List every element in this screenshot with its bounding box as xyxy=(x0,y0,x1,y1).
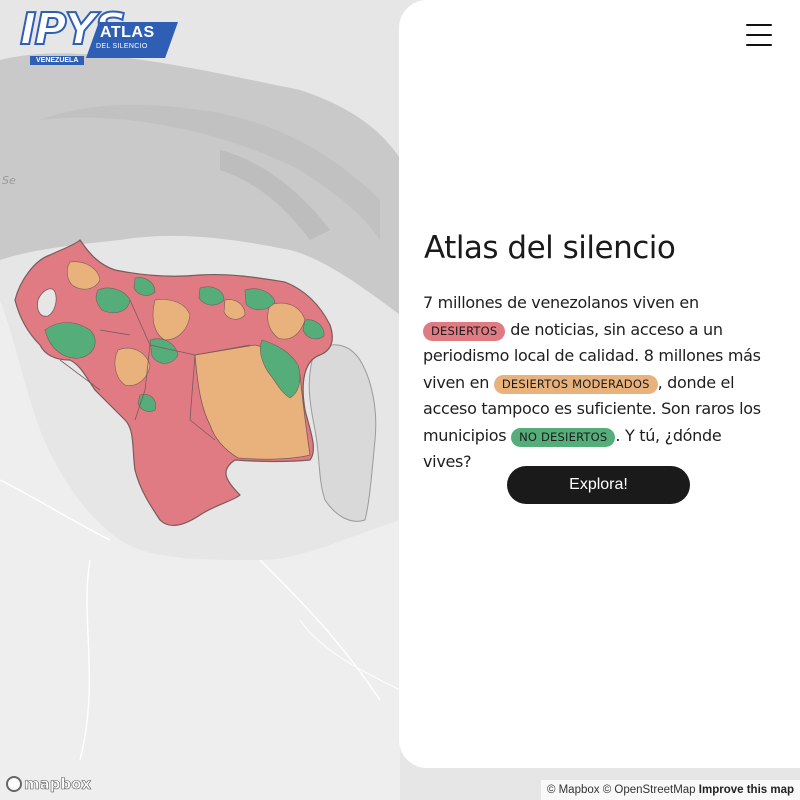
tag-desiertos-moderados: DESIERTOS MODERADOS xyxy=(493,374,658,394)
mapbox-mark-icon xyxy=(6,776,22,792)
logo-country: VENEZUELA xyxy=(30,56,85,65)
map-attribution: © Mapbox © OpenStreetMap Improve this ma… xyxy=(540,780,800,800)
hamburger-menu-icon[interactable] xyxy=(746,24,772,46)
intro-text: 7 millones de venezolanos viven en DESIE… xyxy=(423,290,773,476)
menu-bar-middle xyxy=(746,34,772,36)
info-panel: Atlas del silencio 7 millones de venezol… xyxy=(399,0,800,768)
logo[interactable]: IPYS ATLAS DEL SILENCIO VENEZUELA xyxy=(14,3,184,66)
improve-map-link[interactable]: Improve this map xyxy=(699,784,794,796)
mapbox-wordmark: mapbox xyxy=(24,775,92,794)
menu-bar-bottom xyxy=(746,44,772,46)
intro-part-1: 7 millones de venezolanos viven en xyxy=(423,293,699,312)
explore-button[interactable]: Explora! xyxy=(507,466,690,504)
tag-no-desiertos: NO DESIERTOS xyxy=(511,427,616,447)
page-title: Atlas del silencio xyxy=(424,230,676,266)
logo-subtitle: DEL SILENCIO xyxy=(96,43,148,50)
mapbox-logo[interactable]: mapbox xyxy=(6,775,92,794)
attribution-text[interactable]: © Mapbox © OpenStreetMap xyxy=(547,784,696,796)
logo-title: ATLAS xyxy=(100,24,155,41)
tag-desiertos: DESIERTOS xyxy=(423,321,506,341)
menu-bar-top xyxy=(746,24,772,26)
sea-label: Se xyxy=(2,174,16,187)
